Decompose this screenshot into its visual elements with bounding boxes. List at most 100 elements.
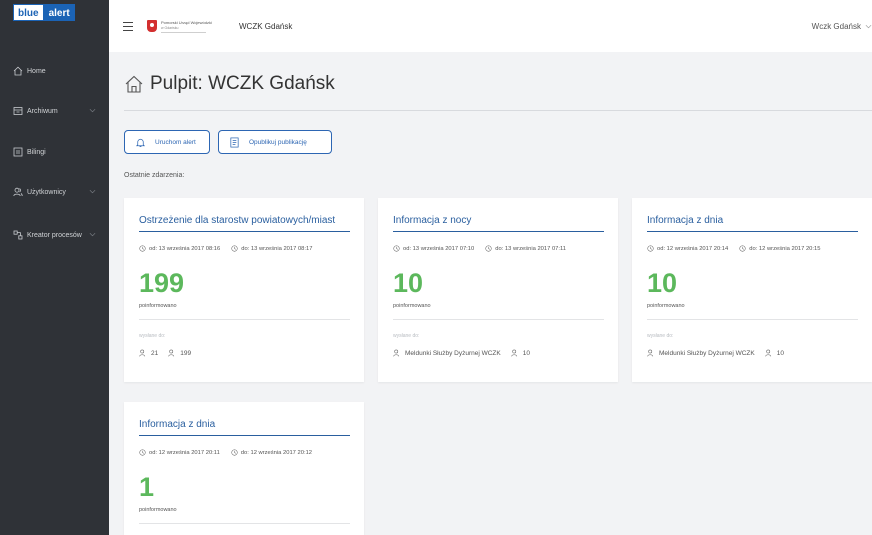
event-title[interactable]: Informacja z dnia [647,215,723,226]
billing-icon [13,147,23,157]
sidebar-item-label: Kreator procesów [27,231,82,239]
clock-icon [231,245,238,252]
recipient-group-count: 21 [151,349,159,357]
event-end: do: 12 września 2017 20:12 [240,449,313,456]
users-icon [647,349,654,357]
clock-icon [739,245,746,252]
page-title: Pulpit: WCZK Gdańsk [124,73,335,95]
recipients: Meldunki Służby Dyżurnej WCZK 10 [393,349,530,357]
page-title-text: Pulpit: WCZK Gdańsk [150,73,335,94]
users-icon [168,349,175,357]
home-icon [13,66,23,76]
event-end: do: 13 września 2017 08:17 [241,245,313,252]
user-name: Wczk Gdańsk [811,22,861,31]
start-alert-label: Uruchom alert [155,138,196,146]
recipients: 21 199 [139,349,191,357]
event-timespan: od: 12 września 2017 20:14 do: 12 wrześn… [647,245,820,252]
document-icon [230,137,239,147]
informed-count: 199 [139,268,185,298]
home-icon [125,75,143,93]
informed-count: 10 [393,268,424,298]
card-divider [139,523,350,524]
clock-icon [139,245,146,252]
event-card[interactable]: Ostrzeżenie dla starostw powiatowych/mia… [124,198,364,382]
event-start: od: 13 września 2017 07:10 [403,245,475,252]
event-title[interactable]: Informacja z nocy [393,215,471,226]
informed-label: poinformowano [139,507,177,513]
card-title-underline [139,435,350,436]
sidebar-item-uzytkownicy[interactable]: Użytkownicy [0,182,109,202]
card-divider [139,319,350,320]
chevron-down-icon [89,108,96,113]
informed-label: poinformowano [139,303,177,309]
clock-icon [139,449,146,456]
logo-alert: alert [43,4,75,21]
org-divider [161,32,206,33]
event-title[interactable]: Informacja z dnia [139,419,215,430]
recipient-group-name: Meldunki Służby Dyżurnej WCZK [659,349,755,357]
informed-label: poinformowano [647,303,685,309]
card-divider [393,319,604,320]
users-icon [13,187,23,197]
clock-icon [647,245,654,252]
chevron-down-icon [89,232,96,237]
publish-label: Opublikuj publikację [249,138,307,146]
sidebar-item-label: Archiwum [27,107,58,115]
event-timespan: od: 13 września 2017 07:10 do: 13 wrześn… [393,245,566,252]
card-title-underline [139,231,350,232]
publish-button[interactable]: Opublikuj publikację [218,130,332,154]
recipients: Meldunki Służby Dyżurnej WCZK 10 [647,349,784,357]
recipient-group-name: Meldunki Służby Dyżurnej WCZK [405,349,501,357]
user-menu[interactable]: Wczk Gdańsk [812,22,872,31]
informed-label: poinformowano [393,303,431,309]
sidebar-item-label: Home [27,67,46,75]
sent-to-label: wysłane do: [393,333,420,339]
logo-blue: blue [13,4,44,21]
sidebar-item-kreator-procesow[interactable]: Kreator procesów [0,225,109,245]
bell-icon [135,138,146,147]
sidebar-item-label: Bilingi [27,148,46,156]
event-title[interactable]: Ostrzeżenie dla starostw powiatowych/mia… [139,215,335,226]
org-location: w Gdańsku [161,26,179,30]
event-start: od: 12 września 2017 20:14 [657,245,729,252]
sidebar: blue alert Home Archiwum Bilingi Użytkow… [0,0,109,535]
coat-of-arms-icon [147,20,157,32]
users-icon [765,349,771,357]
card-title-underline [393,231,604,232]
event-start: od: 12 września 2017 20:11 [149,449,220,456]
start-alert-button[interactable]: Uruchom alert [124,130,210,154]
users-icon [139,349,146,357]
process-icon [13,230,23,240]
event-card[interactable]: Informacja z dnia od: 12 września 2017 2… [124,402,364,535]
recent-events-label: Ostatnie zdarzenia: [124,172,185,179]
clock-icon [393,245,400,252]
sent-to-label: wysłane do: [139,333,166,339]
recipient-user-count: 199 [180,349,192,357]
event-end: do: 12 września 2017 20:15 [749,245,821,252]
sidebar-item-bilingi[interactable]: Bilingi [0,142,109,162]
sent-to-label: wysłane do: [647,333,674,339]
org-name: Pomorski Urząd Wojewódzki [161,20,212,25]
recipient-user-count: 10 [522,349,530,357]
informed-count: 1 [139,472,155,502]
card-title-underline [647,231,858,232]
sidebar-item-home[interactable]: Home [0,61,109,81]
informed-count: 10 [647,268,678,298]
title-divider [124,110,872,111]
sidebar-item-label: Użytkownicy [27,188,66,196]
recipient-user-count: 10 [776,349,784,357]
event-end: do: 13 września 2017 07:11 [495,245,567,252]
event-timespan: od: 13 września 2017 08:16 do: 13 wrześn… [139,245,312,252]
users-icon [393,349,400,357]
menu-toggle-icon[interactable] [123,22,133,31]
clock-icon [485,245,492,252]
event-card[interactable]: Informacja z dnia od: 12 września 2017 2… [632,198,872,382]
event-card[interactable]: Informacja z nocy od: 13 września 2017 0… [378,198,618,382]
clock-icon [231,449,238,456]
archive-icon [13,107,23,115]
sidebar-item-archiwum[interactable]: Archiwum [0,101,109,121]
event-start: od: 13 września 2017 08:16 [149,245,221,252]
users-icon [511,349,517,357]
blue-alert-logo[interactable]: blue alert [13,4,75,21]
chevron-down-icon [865,24,872,29]
